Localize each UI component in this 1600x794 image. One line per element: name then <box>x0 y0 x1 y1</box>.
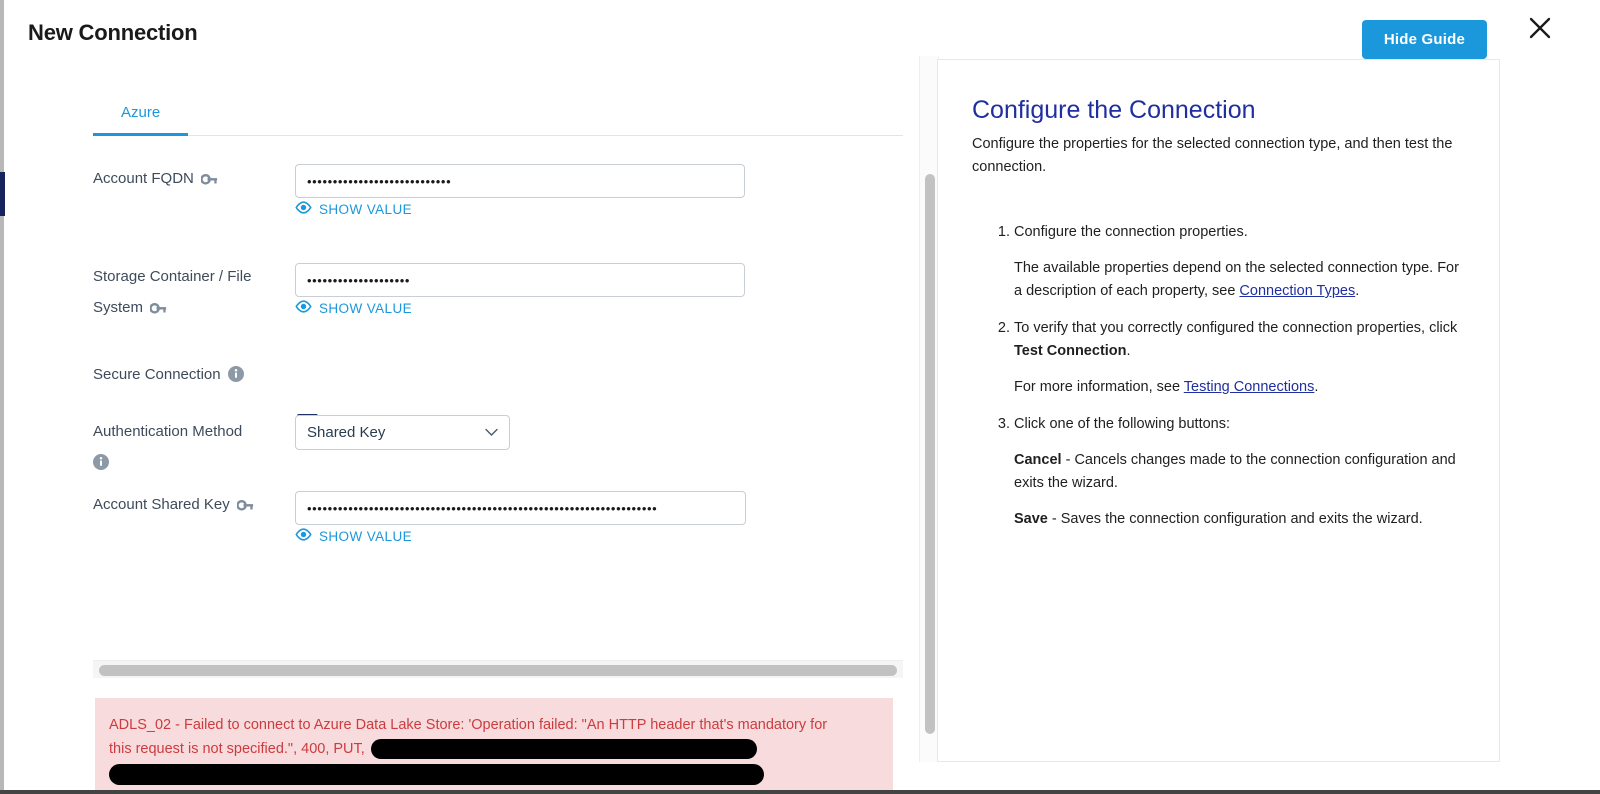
guide-step-3-bullet-cancel: Cancel - Cancels changes made to the con… <box>1014 449 1471 495</box>
storage-container-input[interactable] <box>295 263 745 297</box>
page-title: New Connection <box>28 20 198 45</box>
redacted-url-part-2 <box>109 763 764 785</box>
guide-step-2-detail-pre: For more information, see <box>1014 379 1184 395</box>
field-label-secure-connection: Secure Connection <box>93 359 288 393</box>
eye-icon <box>295 528 312 544</box>
guide-step-1-detail: The available properties depend on the s… <box>1014 257 1471 303</box>
chevron-down-icon <box>485 424 498 441</box>
connection-error-text: ADLS_02 - Failed to connect to Azure Dat… <box>109 713 879 785</box>
authentication-method-select[interactable]: Shared Key <box>295 415 510 450</box>
page-vertical-scrollbar-thumb[interactable] <box>925 174 935 734</box>
key-icon <box>236 492 254 523</box>
account-shared-key-input[interactable] <box>295 491 746 525</box>
close-icon[interactable] <box>1525 13 1555 43</box>
guide-step-3: Click one of the following buttons: Canc… <box>1014 413 1471 531</box>
guide-step-2: To verify that you correctly configured … <box>1014 317 1471 399</box>
bottom-edge-rail <box>0 790 1600 794</box>
guide-title: Configure the Connection <box>972 96 1256 124</box>
guide-step-1: Configure the connection properties. The… <box>1014 221 1471 303</box>
tab-azure[interactable]: Azure <box>93 92 189 136</box>
left-edge-rail <box>0 0 4 794</box>
guide-step-2-text-post: . <box>1126 343 1131 359</box>
form-horizontal-scrollbar-thumb[interactable] <box>99 665 897 676</box>
info-icon <box>227 362 244 393</box>
field-label-account-fqdn: Account FQDN <box>93 163 288 197</box>
guide-step-3-bullet-save: Save - Saves the connection configuratio… <box>1014 508 1471 531</box>
show-value-label: SHOW VALUE <box>319 300 413 316</box>
guide-panel: Configure the Connection Configure the p… <box>937 59 1500 762</box>
field-label-account-shared-key: Account Shared Key <box>93 489 293 523</box>
guide-bullet-save-text: - Saves the connection configuration and… <box>1047 511 1423 527</box>
guide-bullet-cancel-text: - Cancels changes made to the connection… <box>1014 452 1456 491</box>
show-value-label: SHOW VALUE <box>319 201 413 217</box>
redacted-url-part-1 <box>370 739 757 760</box>
new-connection-dialog: New Connection Hide Guide Azure Account … <box>0 0 1600 794</box>
guide-intro: Configure the properties for the selecte… <box>972 136 1453 175</box>
error-line-1: ADLS_02 - Failed to connect to Azure Dat… <box>109 717 828 733</box>
connection-error-banner: ADLS_02 - Failed to connect to Azure Dat… <box>95 698 893 792</box>
guide-step-3-text: Click one of the following buttons: <box>1014 416 1231 432</box>
key-icon <box>149 295 167 326</box>
guide-step-2-text-pre: To verify that you correctly configured … <box>1014 320 1458 336</box>
error-line-2: this request is not specified.", 400, PU… <box>109 741 369 757</box>
guide-bullet-cancel-label: Cancel <box>1014 452 1062 468</box>
guide-step-1-detail-post: . <box>1355 283 1360 299</box>
tab-bar: Azure <box>93 92 903 136</box>
link-testing-connections[interactable]: Testing Connections <box>1184 379 1315 395</box>
form-horizontal-scrollbar[interactable] <box>93 660 903 678</box>
show-value-account-shared-key[interactable]: SHOW VALUE <box>295 528 412 544</box>
hide-guide-button[interactable]: Hide Guide <box>1361 20 1487 59</box>
show-value-storage-container[interactable]: SHOW VALUE <box>295 300 412 316</box>
guide-bullet-save-label: Save <box>1014 511 1048 527</box>
field-label-authentication-method: Authentication Method <box>93 416 283 481</box>
guide-step-2-detail-post: . <box>1314 379 1319 395</box>
guide-step-2-text-bold: Test Connection <box>1014 343 1127 359</box>
connection-form-pane: Azure Account FQDN SHOW VALUE Storage Co… <box>10 56 920 794</box>
account-fqdn-input[interactable] <box>295 164 745 198</box>
left-edge-active-marker <box>0 172 5 216</box>
guide-step-2-detail: For more information, see Testing Connec… <box>1014 376 1471 399</box>
info-icon <box>93 450 109 481</box>
authentication-method-value: Shared Key <box>307 424 386 441</box>
key-icon <box>200 166 218 197</box>
guide-steps: Configure the connection properties. The… <box>972 221 1471 531</box>
eye-icon <box>295 201 312 217</box>
field-label-storage-container: Storage Container / File System <box>93 261 273 326</box>
eye-icon <box>295 300 312 316</box>
guide-step-1-detail-pre: The available properties depend on the s… <box>1014 260 1459 299</box>
show-value-label: SHOW VALUE <box>319 528 413 544</box>
guide-step-1-text: Configure the connection properties. <box>1014 224 1248 240</box>
link-connection-types[interactable]: Connection Types <box>1239 283 1355 299</box>
page-vertical-scrollbar[interactable] <box>919 56 939 762</box>
show-value-account-fqdn[interactable]: SHOW VALUE <box>295 201 412 217</box>
